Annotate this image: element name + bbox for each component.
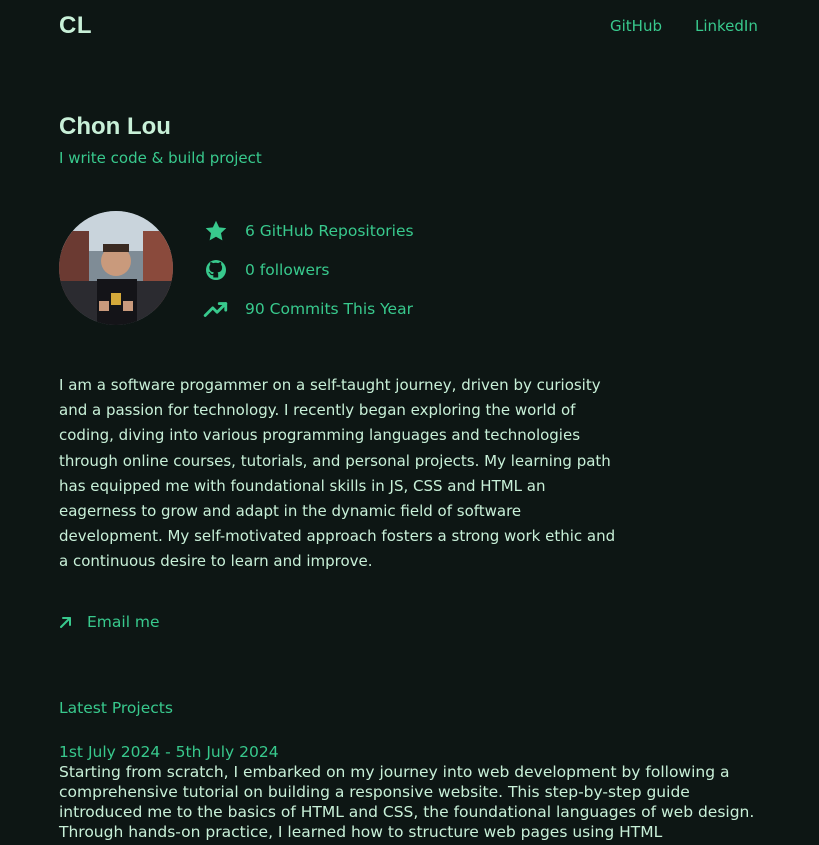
projects-heading: Latest Projects (59, 699, 173, 717)
stat-repositories: 6 GitHub Repositories (203, 218, 414, 244)
site-logo[interactable]: CL (59, 12, 92, 40)
bio-paragraph: I am a software progammer on a self-taug… (59, 376, 616, 571)
stat-label: 90 Commits This Year (245, 300, 413, 318)
stat-label: 6 GitHub Repositories (245, 222, 414, 240)
profile-tagline: I write code & build project (59, 149, 262, 167)
stat-label: 0 followers (245, 261, 330, 279)
project-date: 1st July 2024 - 5th July 2024 (59, 743, 279, 761)
email-me-link[interactable]: Email me (59, 613, 160, 631)
star-icon (203, 218, 229, 244)
nav-link-linkedin[interactable]: LinkedIn (695, 17, 758, 35)
nav-link-github[interactable]: GitHub (610, 17, 662, 35)
profile-name: Chon Lou (59, 113, 171, 140)
stat-followers: 0 followers (203, 257, 330, 283)
stat-commits: 90 Commits This Year (203, 296, 413, 322)
avatar (59, 211, 173, 325)
github-icon (203, 257, 229, 283)
trending-up-icon (203, 296, 229, 322)
email-me-label: Email me (87, 613, 160, 631)
avatar-photo (59, 211, 173, 325)
arrow-up-right-icon (59, 615, 73, 629)
project-description: Starting from scratch, I embarked on my … (59, 763, 755, 841)
